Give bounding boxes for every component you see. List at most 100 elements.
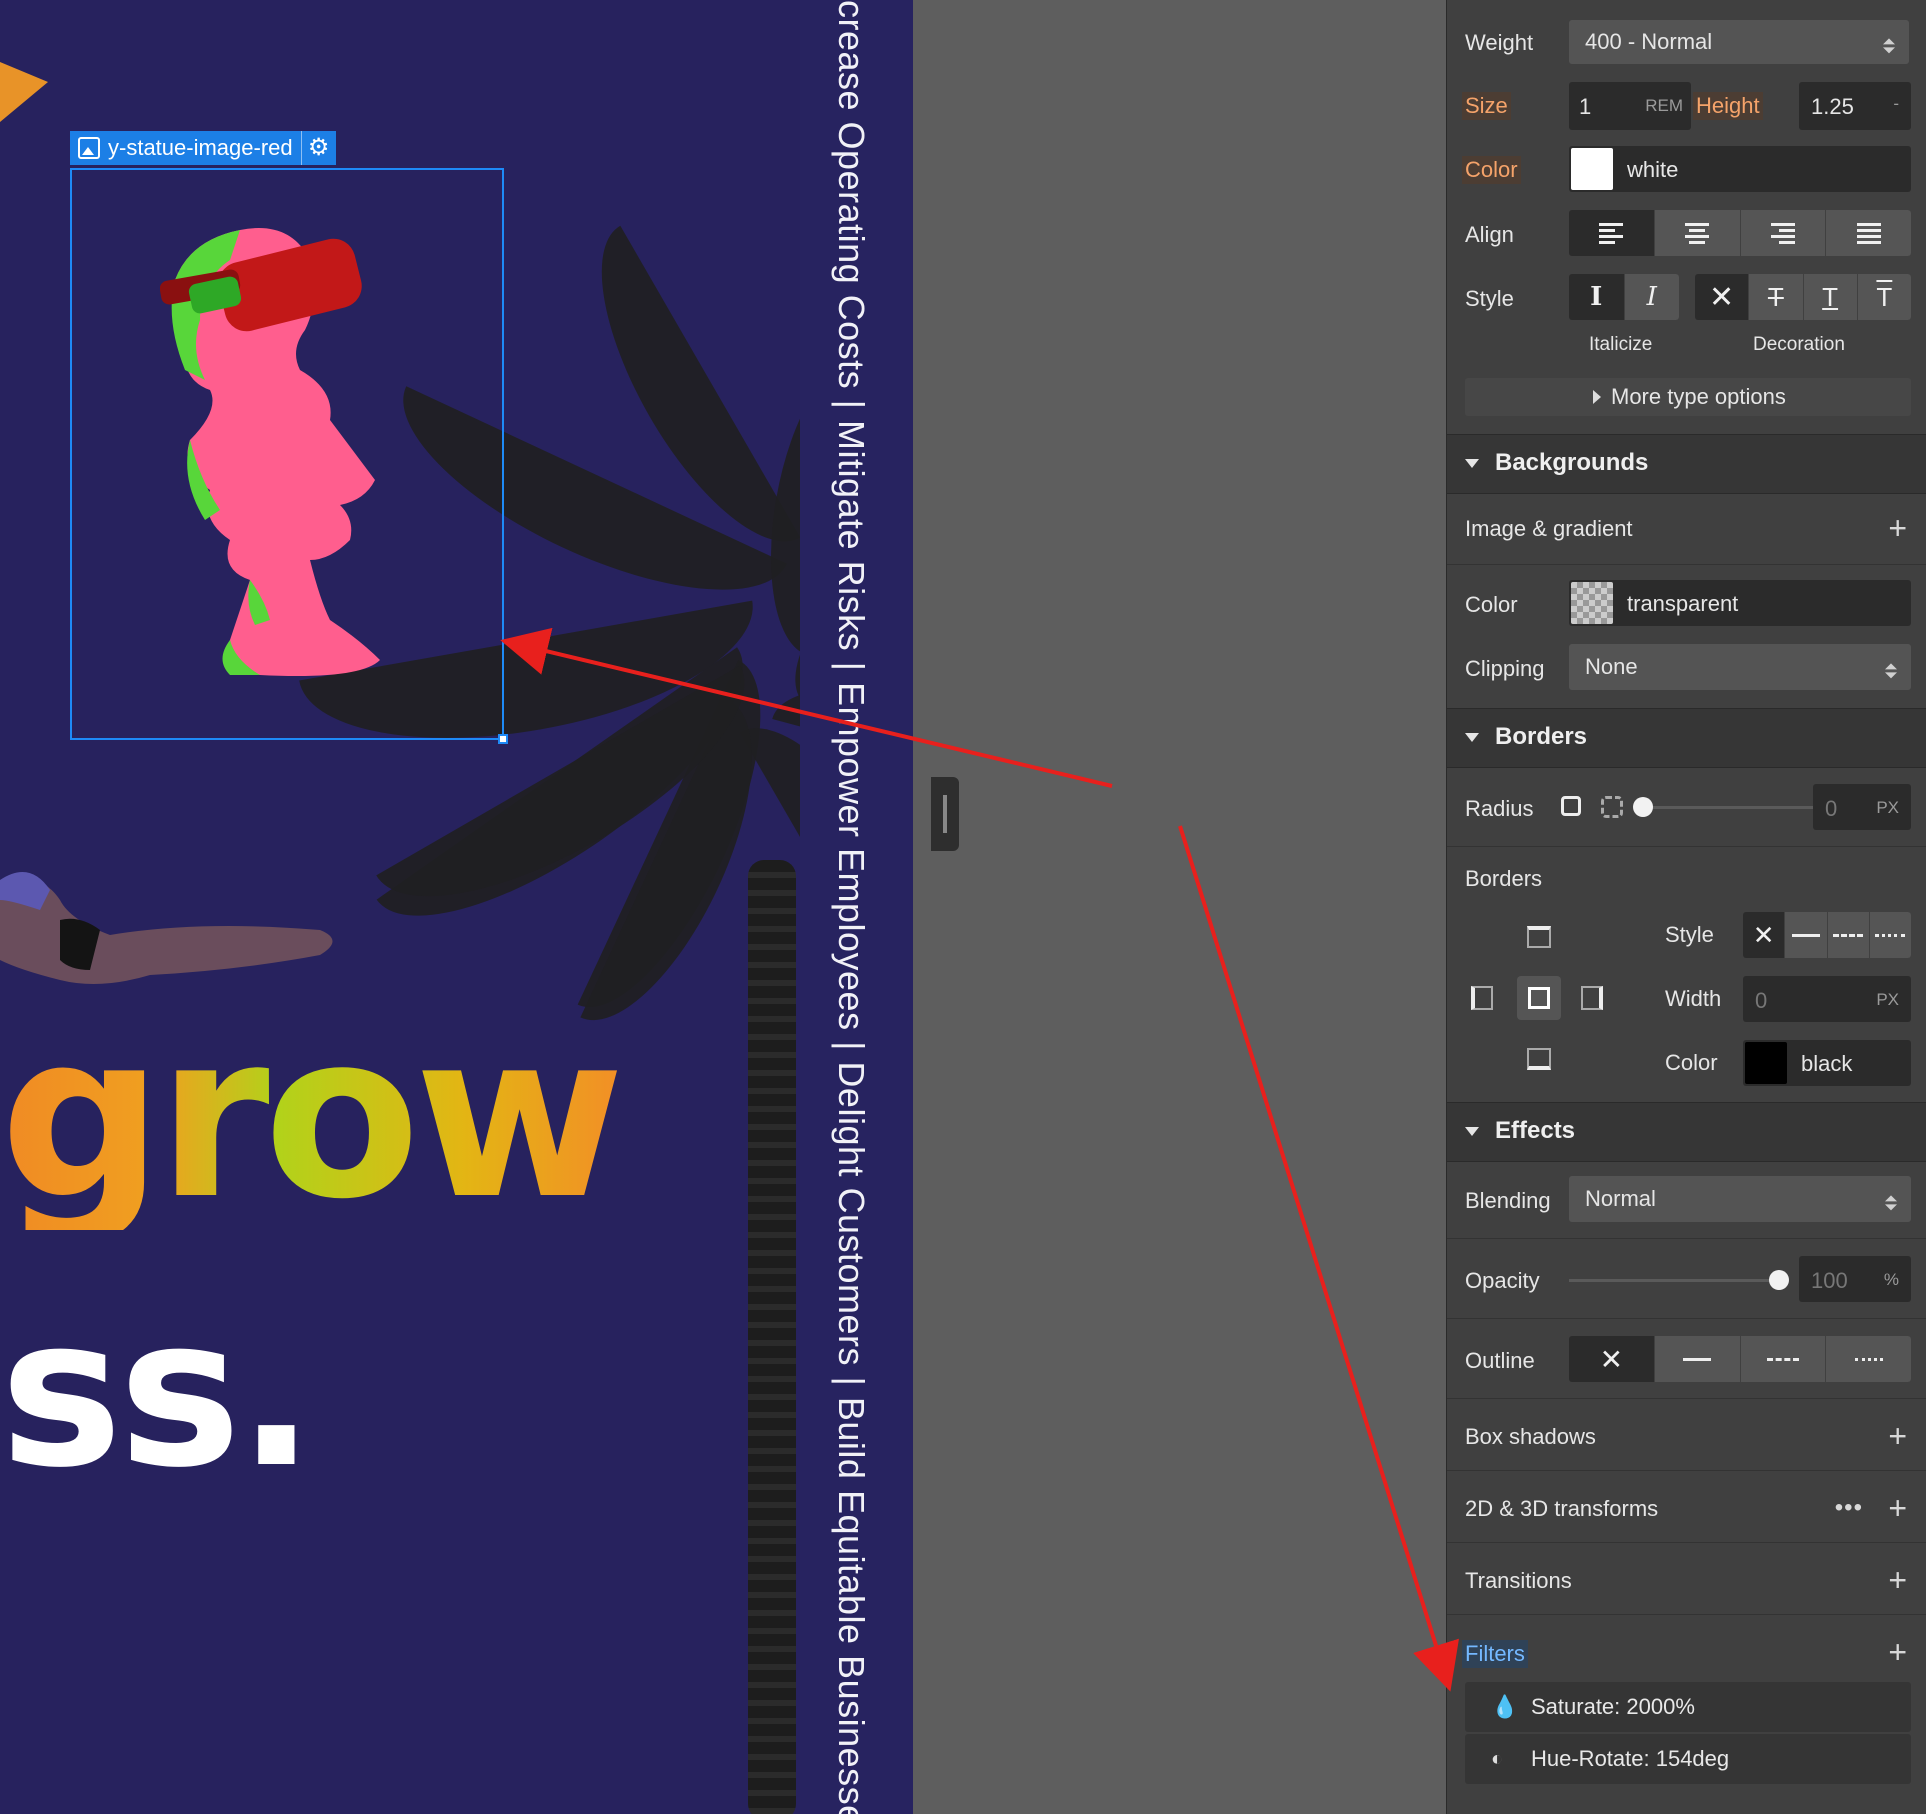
divider: [1447, 564, 1926, 565]
radius-individual-icon[interactable]: [1601, 796, 1623, 818]
bg-color-field[interactable]: transparent: [1569, 580, 1911, 626]
align-right-icon: [1770, 222, 1795, 244]
border-style-dotted-button[interactable]: [1869, 912, 1911, 958]
caret-down-icon: [1465, 1127, 1479, 1136]
backgrounds-title: Backgrounds: [1495, 449, 1649, 476]
close-icon: ✕: [1599, 1343, 1624, 1375]
dotted-line-icon: [1875, 933, 1906, 937]
divider: [1447, 1318, 1926, 1319]
border-style-control: ✕: [1743, 912, 1911, 958]
align-center-button[interactable]: [1654, 210, 1741, 256]
radius-slider-track[interactable]: [1643, 806, 1831, 809]
outline-none-button[interactable]: ✕: [1569, 1336, 1655, 1382]
border-top-icon[interactable]: [1527, 926, 1551, 948]
dashed-line-icon: [1833, 933, 1864, 937]
weight-select[interactable]: 400 - Normal: [1569, 20, 1909, 64]
borders-section-header[interactable]: Borders: [1447, 708, 1926, 768]
close-icon: ✕: [1752, 919, 1775, 950]
decoration-caption: Decoration: [1753, 334, 1845, 355]
strikethrough-icon: T: [1767, 281, 1784, 312]
align-right-button[interactable]: [1740, 210, 1827, 256]
underline-button[interactable]: T: [1803, 274, 1858, 320]
caret-right-icon: [1593, 390, 1601, 404]
add-transform-icon[interactable]: +: [1888, 1492, 1907, 1524]
add-box-shadow-icon[interactable]: +: [1888, 1420, 1907, 1452]
text-color-field[interactable]: white: [1569, 146, 1911, 192]
more-type-options-button[interactable]: More type options: [1465, 378, 1911, 416]
more-options-icon[interactable]: •••: [1835, 1494, 1863, 1522]
more-type-options-label: More type options: [1611, 384, 1786, 409]
text-color-swatch[interactable]: [1571, 148, 1613, 190]
border-width-value: 0: [1755, 988, 1768, 1013]
border-color-swatch[interactable]: [1745, 1042, 1787, 1084]
transparent-swatch[interactable]: [1571, 582, 1613, 624]
dashed-line-icon: [1766, 1357, 1799, 1361]
blending-select[interactable]: Normal: [1569, 1176, 1911, 1222]
outline-dotted-button[interactable]: [1826, 1336, 1911, 1382]
annotation-arrow-to-filters: [1178, 825, 1459, 1692]
chevron-updown-icon: [1883, 38, 1895, 54]
border-style-none-button[interactable]: ✕: [1743, 912, 1786, 958]
filter-item-saturate[interactable]: 💧 Saturate: 2000%: [1465, 1682, 1911, 1732]
align-justify-icon: [1856, 222, 1881, 244]
border-bottom-icon[interactable]: [1527, 1048, 1551, 1070]
canvas-splitter: [913, 0, 931, 1814]
line-height-value: 1.25: [1811, 94, 1854, 119]
size-unit[interactable]: REM: [1645, 96, 1683, 116]
gear-icon[interactable]: ⚙: [300, 131, 336, 165]
decoration-none-button[interactable]: ✕: [1695, 274, 1750, 320]
opacity-value: 100: [1811, 1268, 1848, 1293]
effects-section-header[interactable]: Effects: [1447, 1102, 1926, 1162]
selected-element-badge[interactable]: y-statue-image-red ⚙: [70, 131, 336, 165]
align-justify-button[interactable]: [1826, 210, 1911, 256]
splitter-drag-handle[interactable]: [931, 777, 959, 851]
divider: [1447, 1614, 1926, 1615]
add-filter-icon[interactable]: +: [1888, 1636, 1907, 1668]
decoration-control: ✕ T T T: [1695, 274, 1911, 320]
radius-unit: PX: [1876, 798, 1899, 817]
radius-value: 0: [1825, 796, 1838, 821]
text-color-value: white: [1627, 157, 1679, 182]
opacity-slider-track[interactable]: [1569, 1279, 1779, 1282]
drop-icon: 💧: [1491, 1694, 1519, 1719]
line-height-input[interactable]: 1.25 -: [1799, 82, 1911, 130]
italic-off-button[interactable]: I: [1569, 274, 1625, 320]
border-color-field[interactable]: black: [1743, 1040, 1911, 1086]
radius-slider-thumb[interactable]: [1633, 797, 1653, 817]
overline-button[interactable]: T: [1857, 274, 1911, 320]
border-right-icon[interactable]: [1581, 986, 1603, 1010]
design-canvas[interactable]: y-statue-image-red ⚙ grow ss. crease Ope…: [0, 0, 913, 1814]
add-transition-icon[interactable]: +: [1888, 1564, 1907, 1596]
backgrounds-section-header[interactable]: Backgrounds: [1447, 434, 1926, 494]
border-color-value: black: [1801, 1051, 1853, 1076]
border-left-icon[interactable]: [1471, 986, 1493, 1010]
italic-on-button[interactable]: I: [1624, 274, 1679, 320]
filter-item-hue-rotate[interactable]: ◐ Hue-Rotate: 154deg: [1465, 1734, 1911, 1784]
hand-image: [0, 872, 333, 984]
resize-handle[interactable]: [498, 734, 508, 744]
palm-tree-trunk: [748, 860, 796, 1814]
eye-icon[interactable]: ◐: [1491, 1748, 1511, 1770]
radius-input[interactable]: 0 PX: [1813, 784, 1911, 830]
align-left-button[interactable]: [1569, 210, 1655, 256]
outline-solid-button[interactable]: [1654, 1336, 1741, 1382]
divider: [1447, 1238, 1926, 1239]
strikethrough-button[interactable]: T: [1749, 274, 1804, 320]
border-style-dashed-button[interactable]: [1827, 912, 1870, 958]
solid-line-icon: [1791, 933, 1820, 937]
caret-down-icon: [1465, 733, 1479, 742]
opacity-input[interactable]: 100 %: [1799, 1256, 1911, 1302]
add-image-gradient-icon[interactable]: +: [1888, 512, 1907, 544]
box-shadows-label: Box shadows: [1465, 1424, 1596, 1449]
clipping-select[interactable]: None: [1569, 644, 1911, 690]
outline-dashed-button[interactable]: [1740, 1336, 1827, 1382]
border-style-solid-button[interactable]: [1785, 912, 1828, 958]
size-input[interactable]: 1 REM: [1569, 82, 1691, 130]
radius-all-icon[interactable]: [1561, 796, 1581, 816]
opacity-slider-thumb[interactable]: [1769, 1270, 1789, 1290]
underline-icon: T: [1822, 281, 1839, 312]
divider: [1447, 1470, 1926, 1471]
divider: [1447, 1398, 1926, 1399]
orange-shape-decoration: [0, 62, 48, 122]
border-width-input[interactable]: 0 PX: [1743, 976, 1911, 1022]
